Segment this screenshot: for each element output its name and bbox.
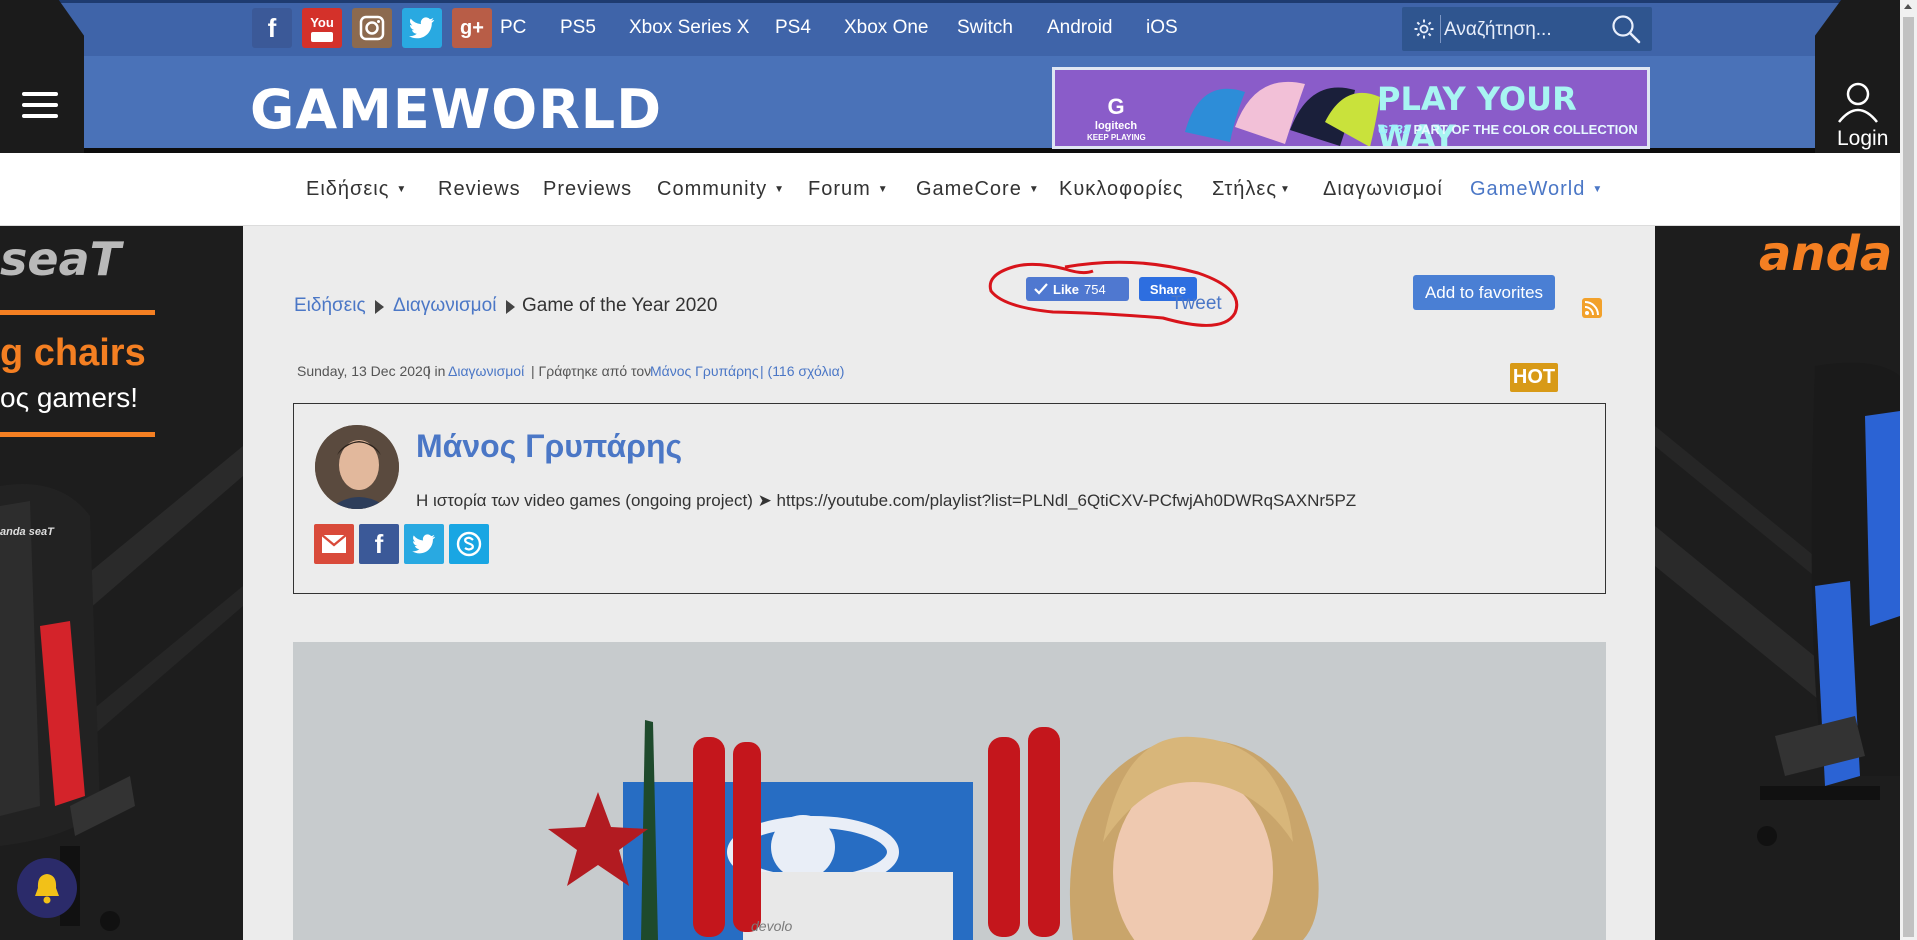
left-ad-line1: g chairs [0,332,146,374]
author-name[interactable]: Μάνος Γρυπάρης [416,428,682,465]
author-bio: Η ιστορία των video games (ongoing proje… [416,491,1357,510]
avatar[interactable] [315,425,399,509]
meta-by-label: | Γράφτηκε από τον [531,363,652,379]
skype-icon[interactable] [449,524,489,564]
nav-platform-ps4[interactable]: PS4 [775,17,811,39]
gear-icon[interactable] [1412,17,1436,46]
meta-author-link[interactable]: Μάνος Γρυπάρης [650,363,759,379]
nav-reviews[interactable]: Reviews [438,178,521,201]
google-plus-icon[interactable]: g+ [452,8,492,48]
nav-releases[interactable]: Κυκλοφορίες [1059,178,1184,201]
facebook-icon[interactable]: f [359,524,399,564]
mail-icon[interactable] [314,524,354,564]
twitter-icon[interactable] [402,8,442,48]
article-date: Sunday, 13 Dec 2020 [297,363,431,379]
left-ad-line2: ος gamers! [0,382,138,413]
scrollbar-thumb[interactable] [1903,17,1914,937]
logitech-banner-ad[interactable]: G logitech KEEP PLAYING PLAY YOUR WAY G7… [1052,67,1650,149]
banner-tagline: KEEP PLAYING [1087,133,1146,142]
notification-bell-button[interactable] [17,858,77,918]
nav-platform-ios[interactable]: iOS [1146,17,1178,39]
login-button[interactable]: Login [1837,127,1888,151]
user-icon[interactable] [1836,80,1880,129]
nav-gameworld[interactable]: GameWorld ▼ [1470,178,1603,201]
nav-gamecore[interactable]: GameCore ▼ [916,178,1040,201]
left-side-ad[interactable]: seaT g chairs ος gamers! anda seaT [0,226,243,940]
search-icon[interactable] [1610,13,1642,50]
menu-corner [0,0,84,162]
scroll-up-arrow-icon[interactable] [1904,4,1912,9]
search-divider [1440,15,1441,43]
nav-platform-xbox-one[interactable]: Xbox One [844,17,929,39]
menu-line [22,114,58,118]
search-box: Αναζήτηση... [1402,7,1652,51]
ad-line [0,432,155,437]
hero-photo [293,642,1606,940]
banner-subtitle: G733 PART OF THE COLOR COLLECTION [1378,122,1638,137]
chair-brand: anda seaT [0,526,54,538]
bell-icon [35,874,59,904]
menu-line [22,92,58,96]
nav-news[interactable]: Ειδήσεις ▼ [306,178,407,201]
breadcrumb-arrow-icon [375,300,384,314]
search-input[interactable]: Αναζήτηση... [1444,19,1552,41]
headsets-image [1185,81,1380,146]
menu-line [22,103,58,107]
facebook-like-button[interactable]: Like 754 [1026,277,1129,301]
nav-forum[interactable]: Forum ▼ [808,178,889,201]
nav-platform-pc[interactable]: PC [500,17,526,39]
breadcrumb-arrow-icon [506,300,515,314]
ad-line [0,310,155,315]
nav-community[interactable]: Community ▼ [657,178,785,201]
nav-platform-android[interactable]: Android [1047,17,1113,39]
twitter-icon[interactable] [404,524,444,564]
banner-brand: G logitech [1091,94,1141,132]
nav-platform-xbox-series-x[interactable]: Xbox Series X [629,17,749,39]
hero-box-brand: devolo [751,918,793,934]
meta-category-link[interactable]: Διαγωνισμοί [448,363,524,379]
hot-badge: HOT [1510,363,1558,392]
nav-previews[interactable]: Previews [543,178,632,201]
youtube-icon[interactable]: You [302,8,342,48]
breadcrumb-contests[interactable]: Διαγωνισμοί [393,295,496,317]
right-side-ad[interactable]: anda [1655,226,1900,940]
gaming-chair-image [1757,362,1900,846]
meta-comments-link[interactable]: | (116 σχόλια) [760,363,844,379]
right-ad-brand: anda [1759,226,1893,282]
instagram-icon[interactable] [352,8,392,48]
nav-contests[interactable]: Διαγωνισμοί [1323,178,1443,201]
facebook-icon[interactable]: f [252,8,292,48]
nav-platform-ps5[interactable]: PS5 [560,17,596,39]
left-ad-brand: seaT [0,232,121,286]
nav-platform-switch[interactable]: Switch [957,17,1013,39]
tweet-button[interactable]: Tweet [1171,293,1222,315]
breadcrumb-current: Game of the Year 2020 [522,295,718,316]
logitech-g-logo: G [1107,94,1125,119]
site-logo[interactable]: GAMEWORLD [250,78,662,141]
author-photo [315,425,399,509]
add-to-favorites-button[interactable]: Add to favorites [1413,275,1555,310]
hero-image: devolo [293,642,1606,940]
check-icon [1034,283,1048,295]
nav-columns[interactable]: Στήλες ▼ [1212,178,1291,201]
banner-title: PLAY YOUR WAY [1377,80,1577,149]
rss-icon[interactable] [1582,298,1602,318]
meta-in-label: | in [427,363,446,379]
breadcrumb-news[interactable]: Ειδήσεις [294,295,366,317]
